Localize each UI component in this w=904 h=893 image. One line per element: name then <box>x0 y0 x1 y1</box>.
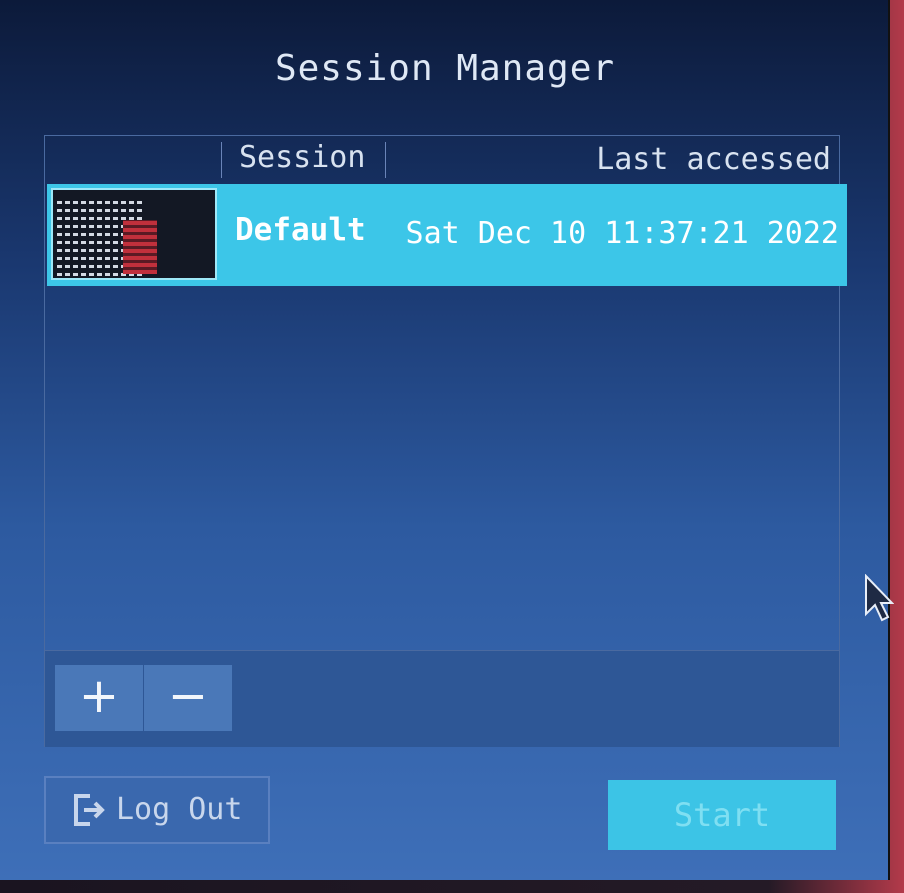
logout-label: Log Out <box>116 792 243 827</box>
column-header-session[interactable]: Session <box>239 140 365 175</box>
window-title: Session Manager <box>274 48 616 89</box>
logout-icon <box>74 794 105 826</box>
session-thumbnail <box>51 188 217 280</box>
session-manager-window: Session Manager Session Last accessed De… <box>0 0 890 880</box>
session-last-accessed: Sat Dec 10 11:37:21 2022 <box>405 216 839 251</box>
session-name: Default <box>235 212 366 248</box>
list-header: Session Last accessed <box>45 136 839 184</box>
column-separator <box>221 142 222 178</box>
column-separator <box>385 142 386 178</box>
session-row-default[interactable]: Default Sat Dec 10 11:37:21 2022 <box>47 184 847 286</box>
remove-session-button[interactable]: − <box>144 665 232 731</box>
logout-button[interactable]: Log Out <box>44 776 270 844</box>
session-list[interactable]: Session Last accessed Default Sat Dec 10… <box>44 135 847 747</box>
column-header-last-accessed[interactable]: Last accessed <box>596 142 831 177</box>
add-session-button[interactable]: + <box>55 665 143 731</box>
list-toolbar: + − <box>45 650 839 747</box>
mouse-pointer-icon <box>865 574 894 622</box>
start-button[interactable]: Start <box>608 780 836 850</box>
